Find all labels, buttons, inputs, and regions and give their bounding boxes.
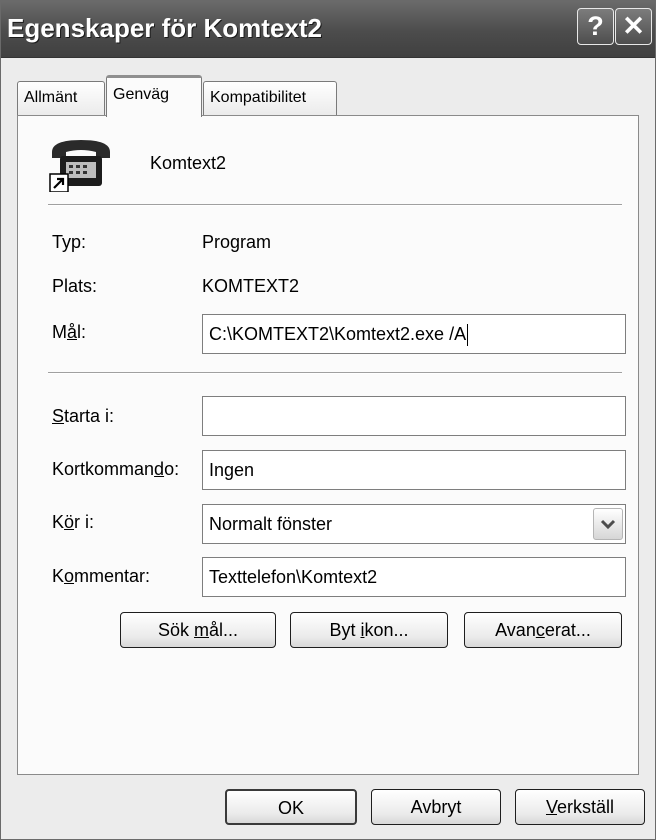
help-button[interactable]: ? xyxy=(577,8,614,45)
run-select[interactable]: Normalt fönster xyxy=(202,504,626,544)
location-label: Plats: xyxy=(52,276,98,296)
target-label: Mål: xyxy=(52,322,87,342)
text-cursor xyxy=(467,324,469,347)
run-label: Kör i: xyxy=(52,512,95,532)
dropdown-button[interactable] xyxy=(593,508,623,540)
location-value: KOMTEXT2 xyxy=(202,276,300,296)
cancel-button[interactable]: Avbryt xyxy=(371,789,501,825)
ok-button[interactable]: OK xyxy=(225,789,357,825)
hotkey-label: Kortkommando: xyxy=(52,459,180,479)
divider xyxy=(48,372,622,374)
properties-dialog: Egenskaper för Komtext2 ? ✕ Allmänt Genv… xyxy=(0,0,656,840)
find-target-button[interactable]: Sök mål... xyxy=(120,612,276,648)
change-icon-button[interactable]: Byt ikon... xyxy=(290,612,448,648)
apply-button[interactable]: Verkställ xyxy=(515,789,645,825)
telephone-shortcut-icon xyxy=(49,140,110,192)
advanced-button[interactable]: Avancerat... xyxy=(464,612,622,648)
chevron-down-icon xyxy=(600,519,616,530)
target-value: C:\KOMTEXT2\Komtext2.exe /A xyxy=(209,324,467,344)
type-label: Typ: xyxy=(52,232,87,252)
window-title: Egenskaper för Komtext2 xyxy=(7,13,322,43)
close-button[interactable]: ✕ xyxy=(615,8,652,45)
divider xyxy=(48,204,622,206)
target-field[interactable]: C:\KOMTEXT2\Komtext2.exe /A xyxy=(202,314,626,354)
shortcut-name: Komtext2 xyxy=(150,153,227,173)
hotkey-field[interactable]: Ingen xyxy=(202,450,626,490)
tab-panel: Komtext2 Typ: Program Plats: KOMTEXT2 Må… xyxy=(17,115,639,775)
tab-shortcut[interactable]: Genväg xyxy=(106,75,202,117)
comment-field[interactable]: Texttelefon\Komtext2 xyxy=(202,557,626,597)
tab-general[interactable]: Allmänt xyxy=(17,81,105,115)
start-in-label: Starta i: xyxy=(52,406,115,426)
run-selected-value: Normalt fönster xyxy=(209,514,333,534)
title-bar[interactable]: Egenskaper för Komtext2 ? ✕ xyxy=(1,1,655,58)
tab-compatibility[interactable]: Kompatibilitet xyxy=(203,81,337,115)
start-in-field[interactable] xyxy=(202,396,626,436)
comment-label: Kommentar: xyxy=(52,566,151,586)
type-value: Program xyxy=(202,232,272,252)
